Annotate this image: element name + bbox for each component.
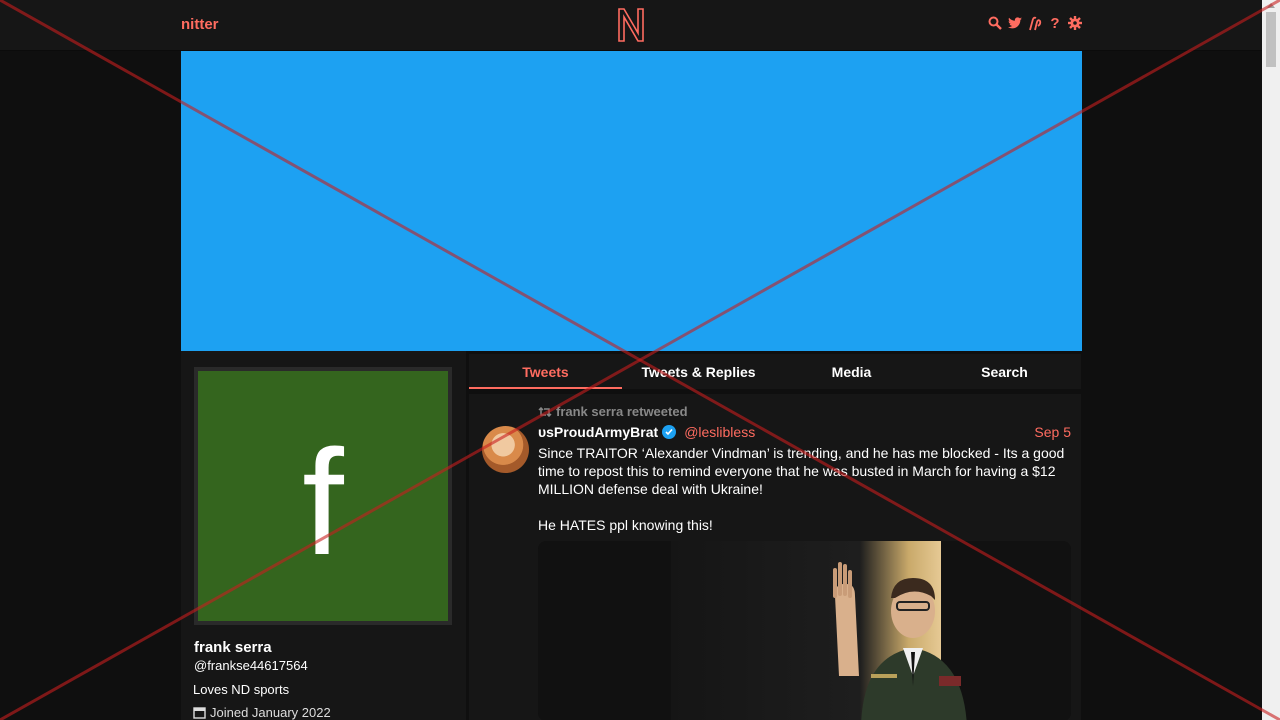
- nitter-logo-icon[interactable]: [616, 7, 646, 43]
- tweet-media[interactable]: [538, 541, 1071, 720]
- tab-tweets[interactable]: Tweets: [469, 354, 622, 389]
- tweet-date[interactable]: Sep 5: [1034, 424, 1071, 440]
- search-icon[interactable]: [988, 15, 1002, 31]
- profile-fullname[interactable]: frank serra: [194, 639, 272, 656]
- tweet-header: ᴜsProudArmyBrat @leslibless: [538, 424, 755, 440]
- timeline-tabs: Tweets Tweets & Replies Media Search: [469, 354, 1081, 389]
- brand-link[interactable]: nitter: [181, 16, 219, 33]
- profile-banner[interactable]: [181, 51, 1082, 351]
- scroll-up-icon[interactable]: [1267, 3, 1275, 8]
- tab-search[interactable]: Search: [928, 354, 1081, 389]
- profile-bio: Loves ND sports: [193, 682, 290, 697]
- profile-avatar[interactable]: f: [194, 367, 452, 625]
- nav-icons: ?: [988, 15, 1082, 32]
- person-illustration: [833, 562, 967, 720]
- retweet-icon: [538, 406, 552, 417]
- tweet-avatar[interactable]: [482, 426, 529, 473]
- bird-icon[interactable]: [1008, 15, 1022, 31]
- tweet-fullname[interactable]: ᴜsProudArmyBrat: [538, 424, 658, 440]
- page-scrollbar[interactable]: [1262, 0, 1280, 720]
- help-icon[interactable]: ?: [1048, 15, 1062, 32]
- calendar-icon: [193, 707, 206, 719]
- profile-card: f frank serra @frankse44617564 Loves ND …: [181, 351, 466, 720]
- tab-media[interactable]: Media: [775, 354, 928, 389]
- avatar-image: f: [198, 371, 448, 621]
- tweet-image[interactable]: [671, 541, 967, 720]
- tweet-content: Since TRAITOR ‘Alexander Vindman’ is tre…: [538, 445, 1065, 533]
- profile-username[interactable]: @frankse44617564: [194, 658, 308, 673]
- timeline-item[interactable]: frank serra retweeted ᴜsProudArmyBrat @l…: [469, 394, 1081, 720]
- profile-joined: Joined January 2022: [193, 705, 331, 720]
- tab-tweets-and-replies[interactable]: Tweets & Replies: [622, 354, 775, 389]
- scroll-thumb[interactable]: [1266, 12, 1276, 67]
- tweet-username[interactable]: @leslibless: [684, 424, 755, 440]
- gear-icon[interactable]: [1068, 15, 1082, 31]
- verified-icon: [662, 425, 677, 439]
- retweet-header: frank serra retweeted: [538, 404, 688, 419]
- rss-icon[interactable]: [1028, 15, 1042, 31]
- top-navbar: nitter ?: [0, 0, 1262, 51]
